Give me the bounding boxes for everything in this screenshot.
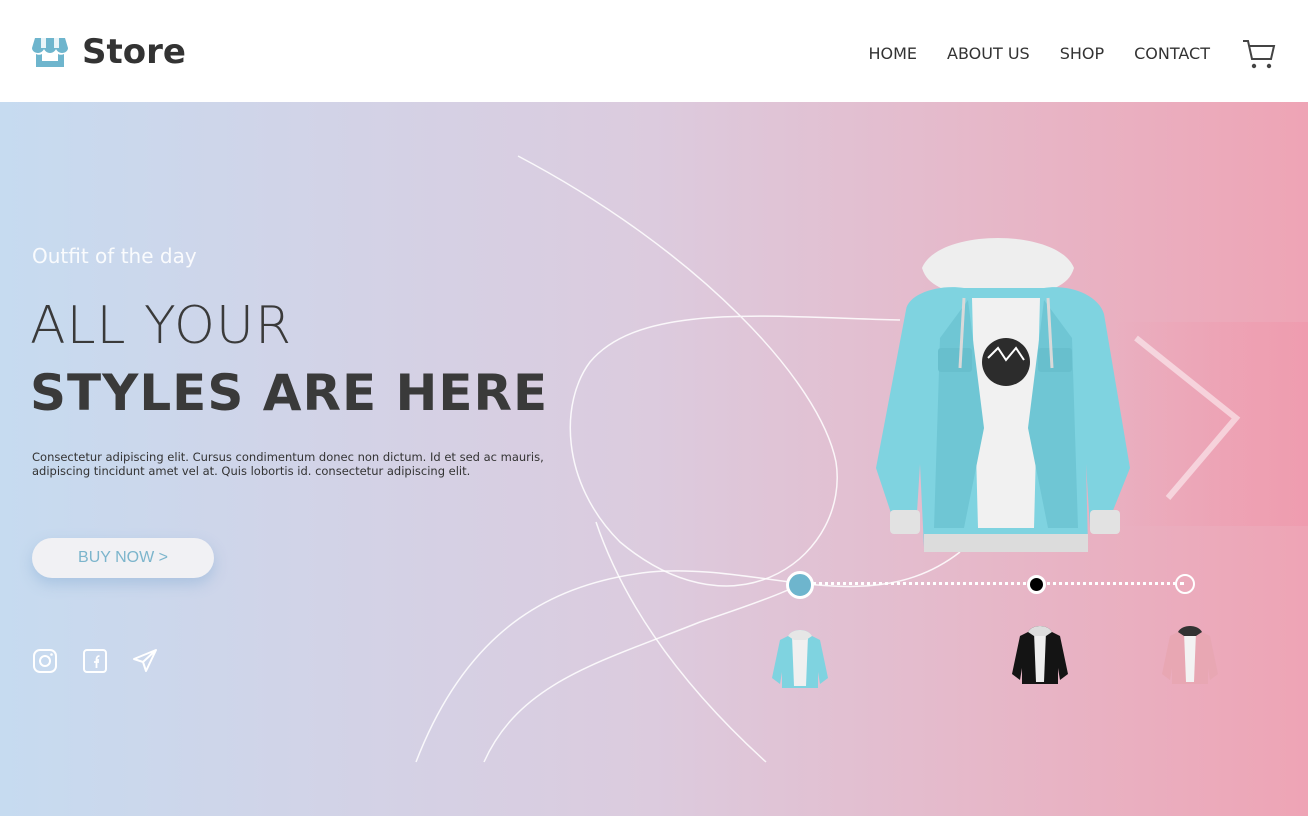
nav-home[interactable]: HOME <box>868 44 917 63</box>
nav-shop[interactable]: SHOP <box>1060 44 1104 63</box>
hero-tagline: Outfit of the day <box>32 244 197 268</box>
site-header: Store HOME ABOUT US SHOP CONTACT <box>0 0 1308 102</box>
buy-now-button[interactable]: BUY NOW > <box>32 538 214 578</box>
slider-dot-pink[interactable] <box>1175 574 1195 594</box>
product-jacket-image <box>876 238 1130 552</box>
storefront-icon <box>32 38 68 67</box>
send-icon[interactable] <box>132 648 158 674</box>
facebook-icon[interactable] <box>82 648 108 674</box>
logo-text: Store <box>82 32 186 72</box>
instagram-icon[interactable] <box>32 648 58 674</box>
logo[interactable]: Store <box>32 32 186 72</box>
thumbnail-pink-jacket[interactable] <box>1160 622 1220 686</box>
hero-title-line1: ALL YOUR <box>30 296 293 356</box>
slider-dot-blue[interactable] <box>786 571 814 599</box>
nav-about-us[interactable]: ABOUT US <box>947 44 1030 63</box>
hero-title-line2: STYLES ARE HERE <box>30 364 549 422</box>
hero-description: Consectetur adipiscing elit. Cursus cond… <box>32 450 544 478</box>
social-links <box>32 648 182 674</box>
cart-icon[interactable] <box>1240 34 1278 72</box>
slider-track <box>812 582 1184 585</box>
thumbnail-blue-jacket[interactable] <box>770 626 830 690</box>
nav-contact[interactable]: CONTACT <box>1134 44 1210 63</box>
hero-section: Outfit of the day ALL YOUR STYLES ARE HE… <box>0 102 1308 816</box>
slider-dot-black[interactable] <box>1027 575 1046 594</box>
thumbnail-black-jacket[interactable] <box>1010 622 1070 686</box>
main-nav: HOME ABOUT US SHOP CONTACT <box>838 34 1278 72</box>
chevron-right-icon[interactable] <box>1128 330 1248 506</box>
